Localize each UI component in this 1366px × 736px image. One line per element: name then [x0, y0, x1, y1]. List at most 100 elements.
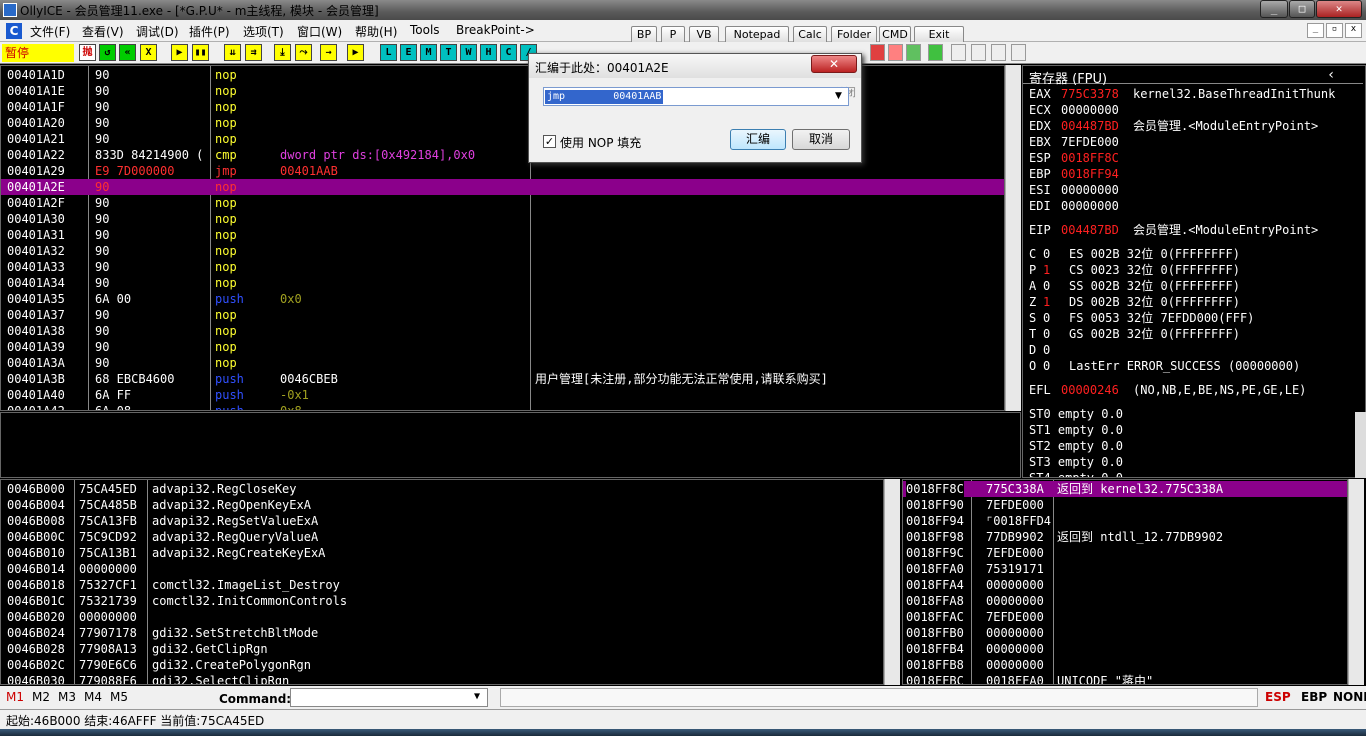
close-debug-icon[interactable]: X	[140, 44, 157, 61]
windows-button[interactable]: W	[460, 44, 477, 61]
register-row[interactable]: O 0 LastErr ERROR_SUCCESS (00000000)	[1023, 358, 1363, 374]
disasm-row[interactable]: 00401A3A 90 nop	[1, 355, 1004, 371]
trace-over-icon[interactable]: ⤳	[295, 44, 312, 61]
mdi-minimize-button[interactable]: _	[1307, 23, 1324, 38]
stack-row[interactable]: 0018FFA8 00000000	[903, 593, 1347, 609]
mdi-restore-button[interactable]: ▫	[1326, 23, 1343, 38]
disasm-row[interactable]: 00401A40 6A FF push -0x1	[1, 387, 1004, 403]
menu-help[interactable]: 帮助(H)	[355, 23, 397, 40]
toolbar-icon-f[interactable]	[971, 44, 986, 61]
stack-row[interactable]: 0018FF9C 7EFDE000	[903, 545, 1347, 561]
toolbar-icon-g[interactable]	[991, 44, 1006, 61]
memory-map-button[interactable]: M	[420, 44, 437, 61]
ebp-label[interactable]: EBP	[1301, 690, 1327, 704]
disasm-row[interactable]: 00401A2E 90 nop	[1, 179, 1004, 195]
goto-icon[interactable]: ▶	[347, 44, 364, 61]
dump-row[interactable]: 0046B004 75CA485B advapi32.RegOpenKeyExA	[1, 497, 883, 513]
register-row[interactable]: ST3 empty 0.0	[1023, 454, 1363, 470]
assembly-input-text[interactable]: jmp 00401AAB	[545, 90, 664, 104]
register-row[interactable]: ESI 00000000	[1023, 182, 1363, 198]
register-row[interactable]: C 0 ES 002B 32位 0(FFFFFFFF)	[1023, 246, 1363, 262]
register-row[interactable]: Z 1 DS 002B 32位 0(FFFFFFFF)	[1023, 294, 1363, 310]
menu-view[interactable]: 查看(V)	[82, 23, 124, 40]
cpu-button[interactable]: C	[500, 44, 517, 61]
menu-tools[interactable]: Tools	[410, 23, 440, 37]
tab-m4[interactable]: M4	[84, 690, 102, 704]
disassembly-scrollbar[interactable]	[1005, 65, 1021, 411]
menu-window[interactable]: 窗口(W)	[297, 23, 342, 40]
stack-row[interactable]: 0018FFA0 75319171	[903, 561, 1347, 577]
dump-pane[interactable]: 0046B000 75CA45ED advapi32.RegCloseKey 0046…	[0, 479, 884, 685]
step-into-icon[interactable]: ⇊	[224, 44, 241, 61]
register-row[interactable]: EDX 004487BD 会员管理.<ModuleEntryPoint>	[1023, 118, 1363, 134]
handles-button[interactable]: H	[480, 44, 497, 61]
dump-row[interactable]: 0046B014 00000000	[1, 561, 883, 577]
register-row[interactable]: T 0 GS 002B 32位 0(FFFFFFFF)	[1023, 326, 1363, 342]
dump-scrollbar[interactable]	[884, 479, 900, 685]
stack-row[interactable]: 0018FFB0 00000000	[903, 625, 1347, 641]
disasm-row[interactable]: 00401A39 90 nop	[1, 339, 1004, 355]
stack-pane[interactable]: 0018FF8C 775C338A 返回到 kernel32.775C338A 001…	[902, 479, 1348, 685]
execute-till-return-icon[interactable]: →	[320, 44, 337, 61]
stack-row[interactable]: 0018FFB8 00000000	[903, 657, 1347, 673]
disasm-row[interactable]: 00401A30 90 nop	[1, 211, 1004, 227]
pause-icon[interactable]: ▮▮	[192, 44, 209, 61]
assembly-dropdown-icon[interactable]: ▼	[835, 91, 842, 101]
disasm-row[interactable]: 00401A35 6A 00 push 0x0	[1, 291, 1004, 307]
dump-row[interactable]: 0046B024 77907178 gdi32.SetStretchBltMode	[1, 625, 883, 641]
stack-row[interactable]: 0018FF8C 775C338A 返回到 kernel32.775C338A	[903, 481, 1347, 497]
stack-row[interactable]: 0018FFA4 00000000	[903, 577, 1347, 593]
dump-row[interactable]: 0046B030 779088F6 gdi32.SelectClipRgn	[1, 673, 883, 684]
disasm-row[interactable]: 00401A2F 90 nop	[1, 195, 1004, 211]
toolbar-icon-e[interactable]	[951, 44, 966, 61]
executable-modules-button[interactable]: E	[400, 44, 417, 61]
menu-file[interactable]: 文件(F)	[30, 23, 70, 40]
dump-row[interactable]: 0046B020 00000000	[1, 609, 883, 625]
minimize-button[interactable]: _	[1260, 0, 1288, 18]
dialog-close-button[interactable]: ✕	[811, 55, 857, 73]
stack-row[interactable]: 0018FF90 7EFDE000	[903, 497, 1347, 513]
throw-button[interactable]: 抛	[79, 44, 96, 61]
register-row[interactable]: ST4 empty 0.0	[1023, 470, 1363, 477]
registers-pane[interactable]: 寄存器 (FPU) ‹ EAX 775C3378 kernel32.BaseThre…	[1022, 65, 1366, 478]
registers-collapse-icon[interactable]: ‹	[1327, 67, 1335, 83]
tab-m1[interactable]: M1	[6, 690, 24, 704]
restart-icon[interactable]: ↺	[99, 44, 116, 61]
registers-scrollbar[interactable]	[1355, 412, 1366, 478]
dump-row[interactable]: 0046B018 75327CF1 comctl32.ImageList_Destr…	[1, 577, 883, 593]
command-dropdown-icon[interactable]: ▼	[474, 691, 480, 702]
step-over-icon[interactable]: ⇉	[245, 44, 262, 61]
register-row[interactable]: EIP 004487BD 会员管理.<ModuleEntryPoint>	[1023, 222, 1363, 238]
toolbar-icon-d[interactable]	[928, 44, 943, 61]
register-row[interactable]: EFL 00000246 (NO,NB,E,BE,NS,PE,GE,LE)	[1023, 382, 1363, 398]
toolbar-icon-b[interactable]	[888, 44, 903, 61]
disasm-row[interactable]: 00401A34 90 nop	[1, 275, 1004, 291]
toolbar-icon-a[interactable]	[870, 44, 885, 61]
dump-row[interactable]: 0046B00C 75C9CD92 advapi32.RegQueryValueA	[1, 529, 883, 545]
register-row[interactable]: EBP 0018FF94	[1023, 166, 1363, 182]
tab-m5[interactable]: M5	[110, 690, 128, 704]
back-icon[interactable]: «	[119, 44, 136, 61]
menu-plugins[interactable]: 插件(P)	[189, 23, 230, 40]
disasm-row[interactable]: 00401A31 90 nop	[1, 227, 1004, 243]
nop-fill-checkbox[interactable]: ✓	[543, 135, 556, 148]
stack-row[interactable]: 0018FF98 77DB9902 返回到 ntdll_12.77DB9902	[903, 529, 1347, 545]
register-row[interactable]: ST2 empty 0.0	[1023, 438, 1363, 454]
register-row[interactable]: D0	[1023, 342, 1363, 358]
register-row[interactable]: ECX 00000000	[1023, 102, 1363, 118]
mdi-close-button[interactable]: x	[1345, 23, 1362, 38]
esp-label[interactable]: ESP	[1265, 690, 1291, 704]
log-window-button[interactable]: L	[380, 44, 397, 61]
register-row[interactable]: A 0 SS 002B 32位 0(FFFFFFFF)	[1023, 278, 1363, 294]
threads-button[interactable]: T	[440, 44, 457, 61]
menu-debug[interactable]: 调试(D)	[136, 23, 179, 40]
run-icon[interactable]: ▶	[171, 44, 188, 61]
register-row[interactable]: EDI 00000000	[1023, 198, 1363, 214]
register-row[interactable]: ST0 empty 0.0	[1023, 406, 1363, 422]
register-row[interactable]: EBX 7EFDE000	[1023, 134, 1363, 150]
tab-m3[interactable]: M3	[58, 690, 76, 704]
dump-row[interactable]: 0046B02C 7790E6C6 gdi32.CreatePolygonRgn	[1, 657, 883, 673]
disasm-row[interactable]: 00401A3B 68 EBCB4600 push 0046CBEB 用户管理[未注册,…	[1, 371, 1004, 387]
stack-row[interactable]: 0018FFB4 00000000	[903, 641, 1347, 657]
dump-row[interactable]: 0046B008 75CA13FB advapi32.RegSetValueExA	[1, 513, 883, 529]
